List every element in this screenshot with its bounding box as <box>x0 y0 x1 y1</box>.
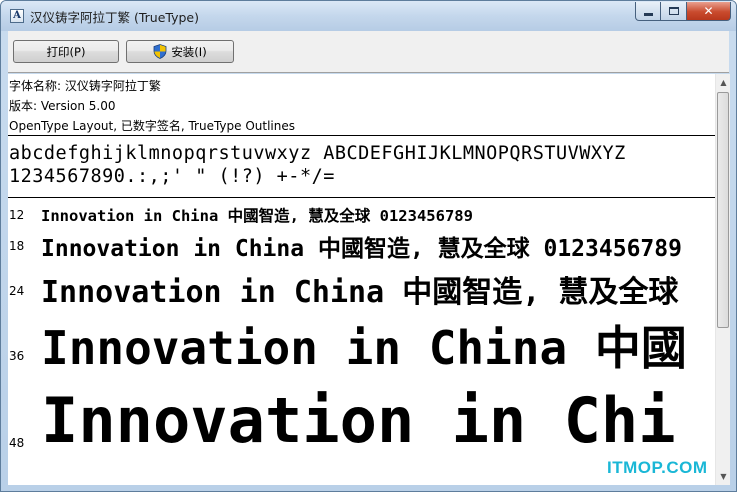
font-info-block: 字体名称: 汉仪铸字阿拉丁繁 版本: Version 5.00 OpenType… <box>9 76 295 136</box>
print-button-label: 打印(P) <box>46 44 86 59</box>
scroll-up-arrow-icon[interactable]: ▲ <box>716 74 731 91</box>
sample-text: Innovation in China 中國智造, 慧及全球 012345678… <box>41 207 473 225</box>
title-bar[interactable]: A 汉仪铸字阿拉丁繁 (TrueType) ✕ <box>1 1 736 31</box>
sample-size-label: 48 <box>9 436 25 450</box>
scrollbar-thumb[interactable] <box>717 92 729 328</box>
font-type-line: OpenType Layout, 已数字签名, TrueType Outline… <box>9 119 296 133</box>
sample-text: Innovation in China 中國智造, 慧及全球 012345678… <box>41 236 682 262</box>
window-title: 汉仪铸字阿拉丁繁 (TrueType) <box>30 10 199 25</box>
character-set-symbols: 1234567890.:,;' " (!?) +-*/= <box>9 166 335 187</box>
character-set-letters: abcdefghijklmnopqrstuvwxyz ABCDEFGHIJKLM… <box>9 143 626 164</box>
sample-text: Innovation in Chi <box>41 384 676 457</box>
font-file-icon: A <box>10 9 24 23</box>
sample-size-label: 36 <box>9 349 25 363</box>
sample-text: Innovation in China 中國 <box>41 321 687 375</box>
character-set: abcdefghijklmnopqrstuvwxyz ABCDEFGHIJKLM… <box>9 142 626 188</box>
maximize-icon <box>668 7 679 15</box>
sample-size-label: 18 <box>9 239 25 253</box>
sample-size-label: 12 <box>9 208 25 222</box>
sample-text: Innovation in China 中國智造, 慧及全球 <box>41 275 679 310</box>
minimize-button[interactable] <box>635 2 661 21</box>
uac-shield-icon <box>153 44 167 59</box>
font-viewer-window: A 汉仪铸字阿拉丁繁 (TrueType) ✕ 打印(P) 安装(I) 字体名称… <box>0 0 737 492</box>
maximize-button[interactable] <box>661 2 687 21</box>
toolbar: 打印(P) 安装(I) <box>8 31 729 73</box>
divider-bottom <box>8 197 715 198</box>
font-version-line: 版本: Version 5.00 <box>9 99 116 113</box>
close-icon: ✕ <box>703 4 714 18</box>
divider-top <box>8 135 715 136</box>
font-preview-pane[interactable]: 字体名称: 汉仪铸字阿拉丁繁 版本: Version 5.00 OpenType… <box>8 74 715 485</box>
font-name-line: 字体名称: 汉仪铸字阿拉丁繁 <box>9 79 161 93</box>
print-button[interactable]: 打印(P) <box>13 40 119 63</box>
vertical-scrollbar[interactable]: ▲ ▼ <box>715 74 730 485</box>
install-button[interactable]: 安装(I) <box>126 40 234 63</box>
window-controls: ✕ <box>635 2 731 21</box>
install-button-label: 安装(I) <box>171 44 207 59</box>
close-button[interactable]: ✕ <box>687 2 731 21</box>
site-watermark: ITMOP.COM <box>607 458 708 477</box>
minimize-icon <box>643 12 653 16</box>
scroll-down-arrow-icon[interactable]: ▼ <box>716 468 731 485</box>
sample-size-label: 24 <box>9 284 25 298</box>
